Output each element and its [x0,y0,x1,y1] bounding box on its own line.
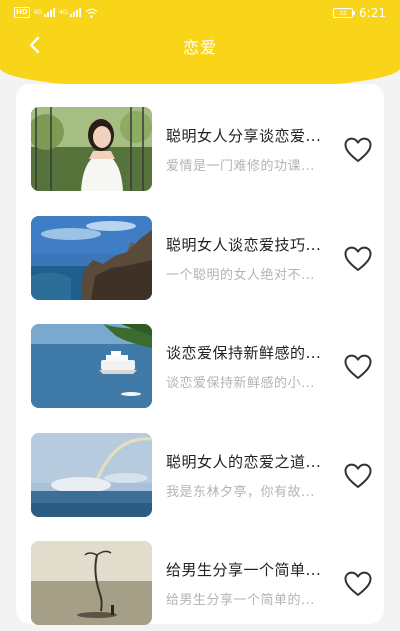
article-item[interactable]: 聪明女人的恋爱之道... 我是东林夕亭，你有故... [16,433,384,523]
article-thumbnail [31,541,152,625]
article-title: 聪明女人谈恋爱技巧... [166,236,322,254]
signal-icon [44,8,56,17]
network-type-2: 4G [59,8,68,16]
status-right: 32 6:21 [333,6,386,20]
status-bar: HD 4G 4G 32 6:21 [0,0,400,26]
article-list: 聪明女人分享谈恋爱... 爱情是一门难修的功课... 聪明女人谈恋爱技巧... … [16,84,384,625]
article-desc: 一个聪明的女人绝对不... [166,268,315,283]
status-left: HD 4G 4G [14,7,98,18]
page-title: 恋爱 [182,38,217,57]
article-thumbnail [31,324,152,408]
wifi-icon [85,8,98,18]
hd-icon: HD [14,7,30,18]
article-item[interactable]: 给男生分享一个简单... 给男生分享一个简单的... [16,541,384,631]
network-type: 4G [33,8,43,16]
heart-icon[interactable] [344,137,372,163]
article-title: 谈恋爱保持新鲜感的... [166,344,322,362]
article-item[interactable]: 聪明女人分享谈恋爱... 爱情是一门难修的功课... [16,107,384,197]
article-desc: 我是东林夕亭，你有故... [166,485,315,500]
heart-icon[interactable] [344,463,372,489]
battery-level: 32 [339,9,347,17]
article-desc: 爱情是一门难修的功课... [166,159,315,174]
article-item[interactable]: 聪明女人谈恋爱技巧... 一个聪明的女人绝对不... [16,216,384,306]
heart-icon[interactable] [344,571,372,597]
signal-icon-2 [69,8,81,17]
article-title: 聪明女人分享谈恋爱... [166,127,322,145]
article-title: 给男生分享一个简单... [166,561,322,579]
article-thumbnail [31,216,152,300]
clock: 6:21 [359,6,386,20]
article-thumbnail [31,107,152,191]
battery-icon: 32 [333,8,356,18]
heart-icon[interactable] [344,246,372,272]
article-thumbnail [31,433,152,517]
article-desc: 谈恋爱保持新鲜感的小... [166,376,315,391]
heart-icon[interactable] [344,354,372,380]
article-item[interactable]: 谈恋爱保持新鲜感的... 谈恋爱保持新鲜感的小... [16,324,384,414]
article-title: 聪明女人的恋爱之道... [166,453,322,471]
article-desc: 给男生分享一个简单的... [166,593,315,608]
